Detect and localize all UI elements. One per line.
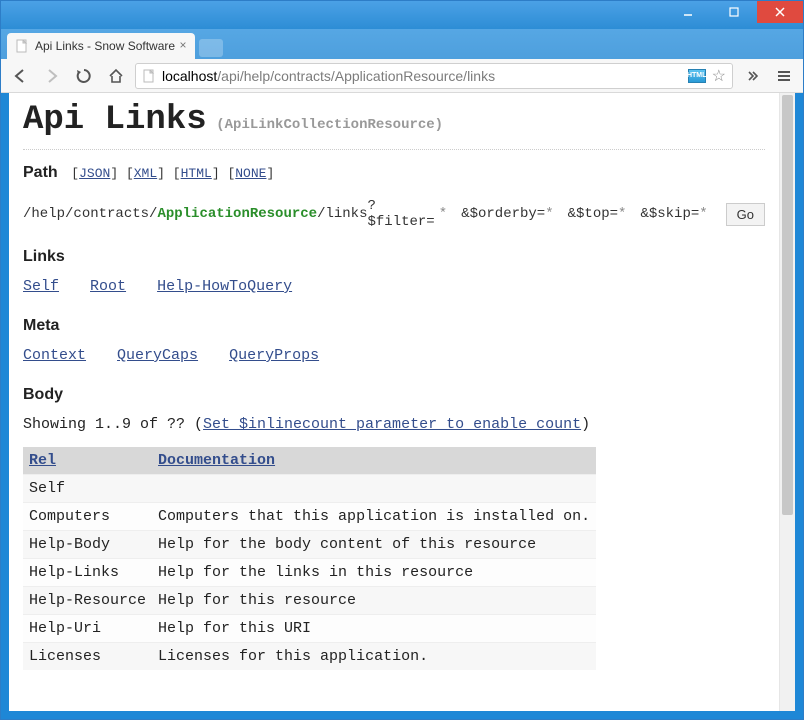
- table-row: Help-LinksHelp for the links in this res…: [23, 559, 596, 587]
- window-minimize-button[interactable]: [665, 1, 711, 23]
- cell-rel: Help-Resource: [23, 587, 152, 615]
- cell-doc: Computers that this application is insta…: [152, 503, 596, 531]
- query-skip: &$skip=: [640, 206, 699, 222]
- cell-doc: Help for this resource: [152, 587, 596, 615]
- cell-doc: Help for the body content of this resour…: [152, 531, 596, 559]
- query-top: &$top=: [568, 206, 618, 222]
- page-title: Api Links: [23, 101, 207, 139]
- home-button[interactable]: [103, 63, 129, 89]
- scrollbar-thumb[interactable]: [782, 95, 793, 515]
- page-icon: [142, 69, 156, 83]
- page-viewport: Api Links (ApiLinkCollectionResource) Pa…: [9, 93, 795, 711]
- meta-querycaps[interactable]: QueryCaps: [117, 347, 198, 364]
- query-orderby-val: *: [545, 206, 553, 222]
- format-none-link[interactable]: NONE: [235, 166, 266, 181]
- cell-rel: Self: [23, 475, 152, 503]
- meta-queryprops[interactable]: QueryProps: [229, 347, 319, 364]
- window-close-button[interactable]: [757, 1, 803, 23]
- go-button[interactable]: Go: [726, 203, 765, 226]
- format-html-link[interactable]: HTML: [181, 166, 212, 181]
- overflow-chevron-button[interactable]: [739, 63, 765, 89]
- cell-rel: Help-Uri: [23, 615, 152, 643]
- cell-doc: Help for this URI: [152, 615, 596, 643]
- body-table: Rel Documentation SelfComputersComputers…: [23, 447, 596, 670]
- cell-doc: [152, 475, 596, 503]
- link-self[interactable]: Self: [23, 278, 59, 295]
- body-heading: Body: [23, 386, 63, 403]
- inlinecount-link[interactable]: Set $inlinecount parameter to enable cou…: [203, 416, 581, 433]
- format-json-link[interactable]: JSON: [79, 166, 110, 181]
- html-badge-icon: HTML: [688, 69, 706, 83]
- table-row: Help-UriHelp for this URI: [23, 615, 596, 643]
- tab-title: Api Links - Snow Software: [35, 39, 175, 53]
- cell-rel: Help-Links: [23, 559, 152, 587]
- body-showing-text: Showing 1..9 of ?? (Set $inlinecount par…: [23, 416, 765, 433]
- path-seg-resource: ApplicationResource: [157, 206, 317, 222]
- query-orderby: &$orderby=: [461, 206, 545, 222]
- page-subtitle: (ApiLinkCollectionResource): [216, 117, 443, 133]
- col-rel-header[interactable]: Rel: [29, 452, 56, 469]
- path-heading: Path: [23, 164, 58, 181]
- cell-doc: Licenses for this application.: [152, 643, 596, 671]
- browser-window: Api Links - Snow Software × localhost/ap…: [0, 0, 804, 720]
- url-host: localhost: [162, 68, 217, 84]
- window-titlebar: [1, 1, 803, 29]
- url-path: /api/help/contracts/ApplicationResource/…: [217, 68, 495, 84]
- tab-close-button[interactable]: ×: [177, 39, 189, 51]
- path-seg-help: /help: [23, 206, 65, 222]
- meta-context[interactable]: Context: [23, 347, 86, 364]
- query-filter-val: *: [439, 206, 447, 222]
- query-skip-val: *: [699, 206, 707, 222]
- cell-rel: Licenses: [23, 643, 152, 671]
- table-row: Help-BodyHelp for the body content of th…: [23, 531, 596, 559]
- meta-heading: Meta: [23, 317, 59, 334]
- bookmark-star-icon[interactable]: ☆: [712, 66, 726, 86]
- link-root[interactable]: Root: [90, 278, 126, 295]
- links-row: Self Root Help-HowToQuery: [23, 278, 765, 295]
- showing-suffix: ): [581, 416, 590, 433]
- link-help-howtoquery[interactable]: Help-HowToQuery: [157, 278, 292, 295]
- path-seg-contracts: /contracts/: [65, 206, 157, 222]
- window-maximize-button[interactable]: [711, 1, 757, 23]
- links-heading: Links: [23, 248, 65, 265]
- back-button[interactable]: [7, 63, 33, 89]
- table-row: Help-ResourceHelp for this resource: [23, 587, 596, 615]
- table-row: LicensesLicenses for this application.: [23, 643, 596, 671]
- col-doc-header[interactable]: Documentation: [158, 452, 275, 469]
- format-xml-link[interactable]: XML: [134, 166, 157, 181]
- path-seg-links: /links: [317, 206, 367, 222]
- page-content: Api Links (ApiLinkCollectionResource) Pa…: [9, 93, 779, 684]
- address-bar[interactable]: localhost/api/help/contracts/Application…: [135, 63, 733, 89]
- forward-button[interactable]: [39, 63, 65, 89]
- tabstrip: Api Links - Snow Software ×: [1, 29, 803, 59]
- vertical-scrollbar[interactable]: [779, 93, 795, 711]
- query-top-val: *: [618, 206, 626, 222]
- path-format-links: [JSON] [XML] [HTML] [NONE]: [71, 166, 274, 181]
- reload-button[interactable]: [71, 63, 97, 89]
- page-favicon-icon: [15, 39, 29, 53]
- table-row: ComputersComputers that this application…: [23, 503, 596, 531]
- table-row: Self: [23, 475, 596, 503]
- menu-button[interactable]: [771, 63, 797, 89]
- showing-prefix: Showing 1..9 of ?? (: [23, 416, 203, 433]
- cell-doc: Help for the links in this resource: [152, 559, 596, 587]
- cell-rel: Help-Body: [23, 531, 152, 559]
- query-filter: ?$filter=: [368, 198, 439, 230]
- browser-tab[interactable]: Api Links - Snow Software ×: [7, 33, 195, 59]
- new-tab-button[interactable]: [199, 39, 223, 57]
- browser-toolbar: localhost/api/help/contracts/Application…: [1, 59, 803, 93]
- path-line: /help /contracts/ ApplicationResource /l…: [23, 198, 765, 230]
- cell-rel: Computers: [23, 503, 152, 531]
- meta-row: Context QueryCaps QueryProps: [23, 347, 765, 364]
